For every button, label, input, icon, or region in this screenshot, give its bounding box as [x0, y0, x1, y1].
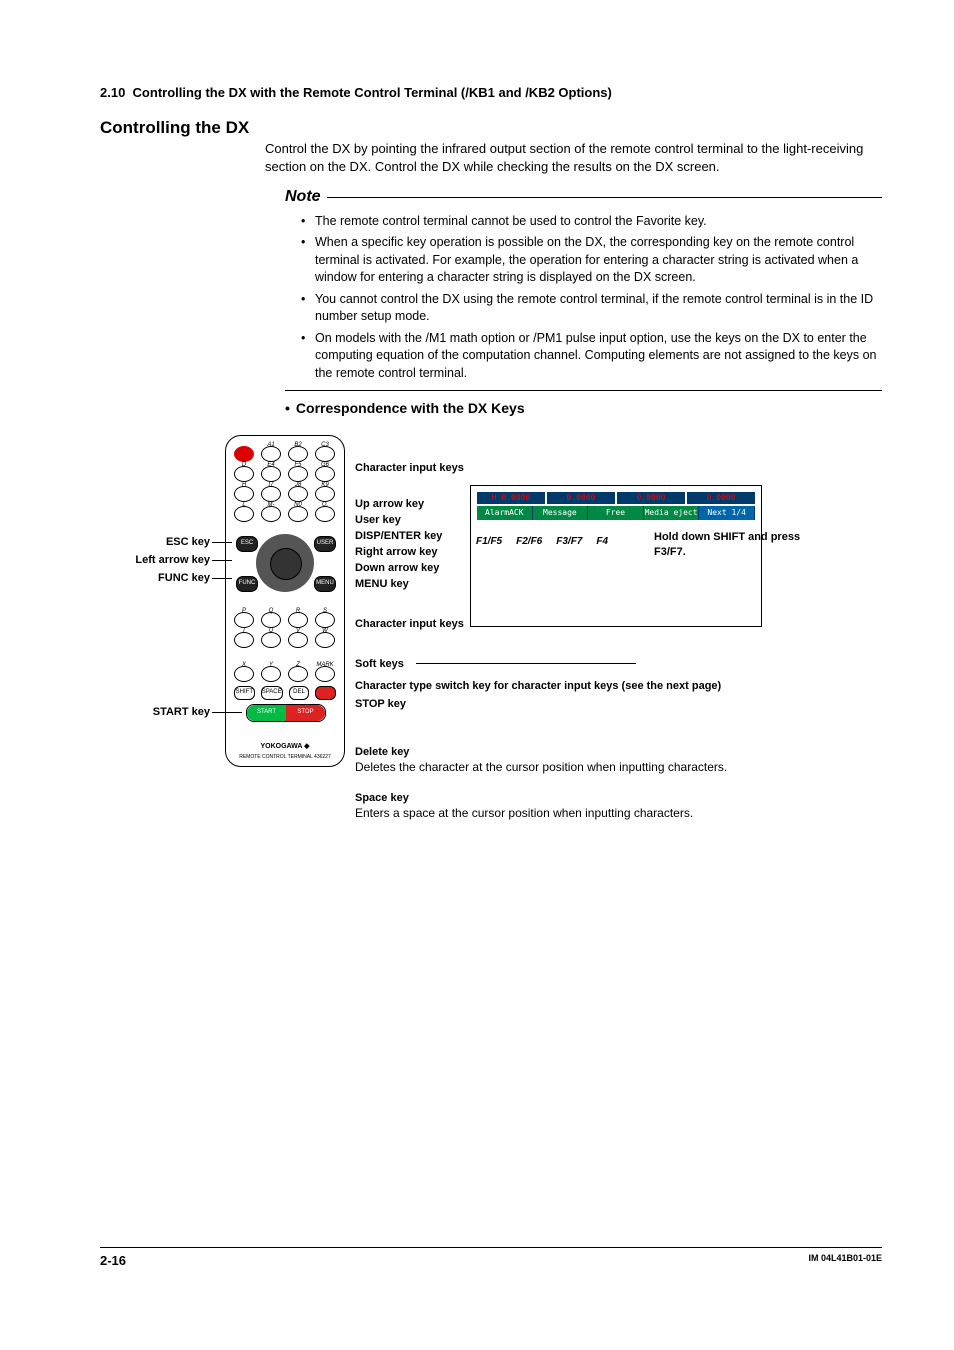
key-v: V: [288, 632, 308, 648]
label-char-input-1: Character input keys: [355, 461, 464, 476]
remote-outline: ID A1 B2 C3 D E4 F5 G6 H I7 J8 K9 L M- N…: [225, 435, 345, 767]
label-stop-key: STOP key: [355, 697, 406, 712]
dx-ch3: 0.0000: [617, 492, 685, 504]
key-t: T: [234, 632, 254, 648]
key-w: W: [315, 632, 335, 648]
label-func-key: FUNC key: [100, 571, 210, 586]
note-item: You cannot control the DX using the remo…: [315, 291, 882, 326]
dx-ch1: H 0.0000: [477, 492, 545, 504]
note-item: When a specific key operation is possibl…: [315, 234, 882, 287]
dx-soft-alarmack: AlarmACK: [477, 506, 533, 520]
key-start-stop: START STOP: [246, 704, 326, 722]
key-red: [315, 686, 336, 700]
label-char-input-2: Character input keys: [355, 617, 464, 632]
heading-controlling-dx: Controlling the DX: [100, 116, 882, 140]
label-char-switch: Character type switch key for character …: [355, 679, 795, 694]
key-o: O.: [315, 506, 335, 522]
dx-soft-message: Message: [533, 506, 589, 520]
key-del: DEL: [289, 686, 310, 700]
dx-ch4: 0.0000: [687, 492, 755, 504]
key-mark: MARK: [315, 666, 335, 682]
brand-sublabel: REMOTE CONTROL TERMINAL 436227: [226, 754, 344, 761]
label-left-arrow: Left arrow key: [100, 553, 210, 568]
key-z: Z: [288, 666, 308, 682]
key-disp-enter: [270, 548, 302, 580]
label-user-key: User key: [355, 513, 401, 528]
key-space: SPACE: [261, 686, 283, 700]
label-disp-enter: DISP/ENTER key: [355, 529, 442, 544]
key-func: FUNC: [236, 576, 258, 592]
brand-label: YOKOGAWA ◆: [226, 742, 344, 752]
desc-space-key: Enters a space at the cursor position wh…: [355, 805, 693, 822]
note-list: The remote control terminal cannot be us…: [300, 213, 882, 383]
key-u: U: [261, 632, 281, 648]
page-footer: 2-16 IM 04L41B01-01E: [100, 1247, 882, 1270]
label-down-arrow: Down arrow key: [355, 561, 439, 576]
nav-cluster: [256, 534, 314, 592]
key-x: X: [234, 666, 254, 682]
divider: [285, 390, 882, 391]
note-heading: Note: [285, 186, 882, 208]
key-m: M-: [261, 506, 281, 522]
dx-ch2: 0.0000: [547, 492, 615, 504]
key-y: Y: [261, 666, 281, 682]
label-up-arrow: Up arrow key: [355, 497, 424, 512]
section-header: 2.10 Controlling the DX with the Remote …: [100, 84, 882, 102]
dx-soft-media: Media eject: [644, 506, 700, 520]
intro-paragraph: Control the DX by pointing the infrared …: [265, 140, 882, 176]
key-menu: MENU: [314, 576, 336, 592]
dx-soft-next: Next 1/4: [699, 506, 755, 520]
dx-soft-free: Free message: [588, 506, 644, 520]
note-item: The remote control terminal cannot be us…: [315, 213, 882, 231]
key-n0: N0: [288, 506, 308, 522]
page-number: 2-16: [100, 1252, 126, 1270]
dx-f-labels: F1/F5 F2/F6 F3/F7 F4: [476, 535, 608, 549]
label-soft-keys: Soft keys: [355, 657, 404, 672]
label-start-key: START key: [100, 705, 210, 720]
dx-shift-note: Hold down SHIFT and press F3/F7.: [654, 530, 804, 561]
note-item: On models with the /M1 math option or /P…: [315, 330, 882, 383]
key-user: USER: [314, 536, 336, 552]
key-esc: ESC: [236, 536, 258, 552]
key-l: L: [234, 506, 254, 522]
label-right-arrow: Right arrow key: [355, 545, 438, 560]
key-shift: SHIFT: [234, 686, 255, 700]
doc-id: IM 04L41B01-01E: [808, 1252, 882, 1270]
desc-delete-key: Deletes the character at the cursor posi…: [355, 759, 727, 776]
label-menu-key: MENU key: [355, 577, 409, 592]
remote-diagram: ID A1 B2 C3 D E4 F5 G6 H I7 J8 K9 L M- N…: [100, 425, 882, 845]
subheading-correspondence: •Correspondence with the DX Keys: [285, 399, 882, 419]
label-esc-key: ESC key: [100, 535, 210, 550]
